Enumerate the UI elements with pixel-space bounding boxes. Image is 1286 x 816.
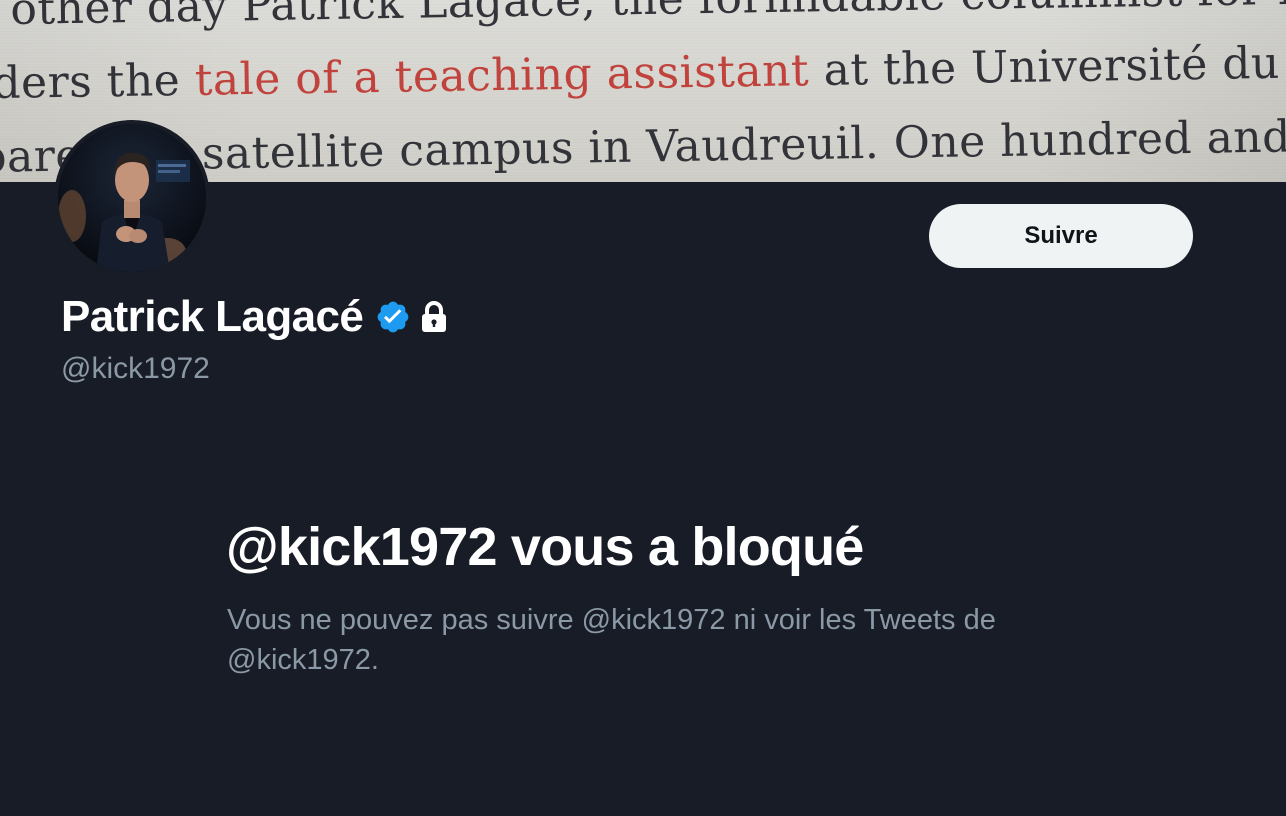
banner-text-line: other day Patrick Lagace, the formidable…: [10, 0, 1286, 35]
banner-text-link: tale of a teaching assistant: [194, 45, 810, 106]
profile-name-row: Patrick Lagacé: [61, 292, 449, 342]
banner-text-line: ders the tale of a teaching assistant at…: [0, 35, 1286, 109]
avatar[interactable]: [54, 120, 210, 276]
profile-handle: @kick1972: [61, 352, 210, 385]
avatar-photo: [58, 124, 206, 272]
verified-badge-icon[interactable]: [375, 299, 411, 335]
banner-text-start: ders the: [0, 54, 196, 109]
follow-button[interactable]: Suivre: [929, 204, 1193, 268]
blocked-title: @kick1972 vous a bloqué: [226, 517, 864, 577]
lock-icon: [419, 300, 449, 334]
blocked-description: Vous ne pouvez pas suivre @kick1972 ni v…: [227, 604, 996, 676]
display-name: Patrick Lagacé: [61, 292, 364, 341]
banner-text-end: at the Université du Québec: [823, 35, 1286, 96]
